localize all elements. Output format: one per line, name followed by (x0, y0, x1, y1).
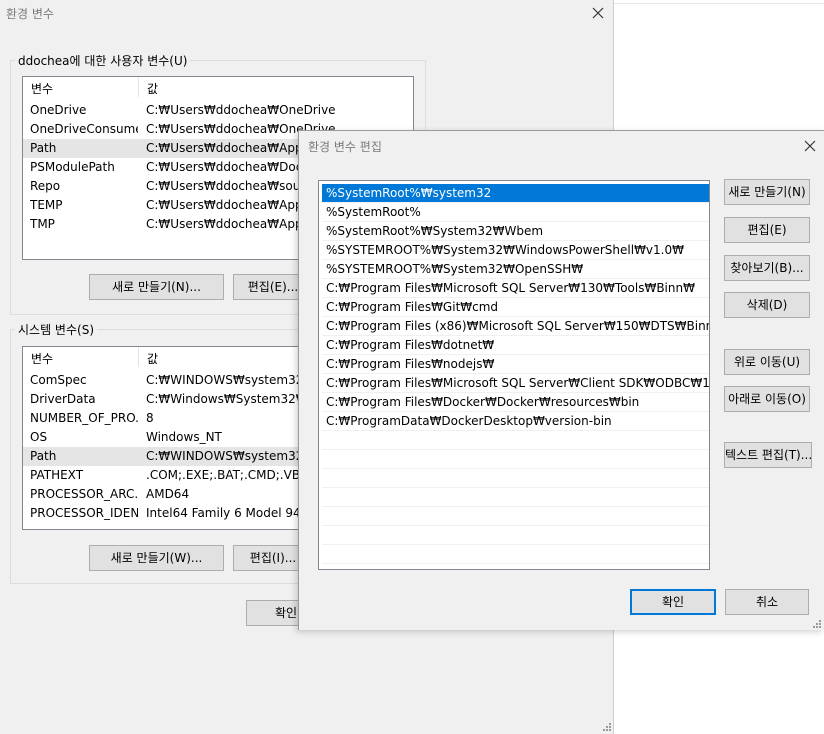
edit-button[interactable]: 편집(E) (724, 217, 810, 243)
variable-name-cell: ComSpec (30, 373, 87, 387)
empty-path-row[interactable] (322, 450, 709, 469)
path-item[interactable]: C:₩ProgramData₩DockerDesktop₩version-bin (322, 412, 709, 431)
path-item[interactable]: %SystemRoot% (322, 203, 709, 222)
empty-path-row[interactable] (322, 431, 709, 450)
edit-environment-variable-dialog: 환경 변수 편집 %SystemRoot%₩system32 %SystemRoo… (298, 130, 824, 630)
variable-name-cell: OS (30, 430, 48, 444)
ok-button[interactable]: 확인 (630, 589, 716, 615)
path-text: C:₩Program Files₩Microsoft SQL Server₩13… (326, 281, 695, 295)
path-item[interactable]: C:₩Program Files₩dotnet₩ (322, 336, 709, 355)
table-row[interactable]: OneDrive C:₩Users₩ddochea₩OneDrive (23, 101, 413, 120)
empty-path-row[interactable] (322, 526, 709, 545)
variable-name-cell: PROCESSOR_IDEN... (30, 506, 138, 520)
resize-grip-icon[interactable] (810, 617, 822, 629)
background-window-edge (614, 0, 824, 4)
variable-name-cell: TEMP (30, 198, 63, 212)
variable-name-cell: Repo (30, 179, 61, 193)
path-text: C:₩Program Files (x86)₩Microsoft SQL Ser… (326, 319, 710, 333)
cancel-button[interactable]: 취소 (725, 589, 809, 615)
path-text: %SYSTEMROOT%₩System32₩WindowsPowerShell₩… (326, 243, 684, 257)
variable-name-cell: PROCESSOR_ARC... (30, 487, 138, 501)
user-variables-label: ddochea에 대한 사용자 변수(U) (15, 52, 191, 69)
path-item[interactable]: %SystemRoot%₩system32 (322, 184, 709, 203)
user-new-button[interactable]: 새로 만들기(N)... (89, 274, 224, 300)
variable-name-cell: OneDriveConsumer (30, 122, 138, 136)
system-variables-label: 시스템 변수(S) (15, 321, 97, 338)
move-down-button[interactable]: 아래로 이동(O) (724, 386, 810, 412)
dialog-title: 환경 변수 편집 (308, 140, 382, 154)
path-item[interactable]: C:₩Program Files₩Git₩cmd (322, 298, 709, 317)
path-text: C:₩Program Files₩Docker₩Docker₩resources… (326, 395, 640, 409)
path-text: C:₩ProgramData₩DockerDesktop₩version-bin (326, 414, 612, 428)
path-item[interactable]: C:₩Program Files (x86)₩Microsoft SQL Ser… (322, 317, 709, 336)
path-list[interactable]: %SystemRoot%₩system32 %SystemRoot% %System… (318, 180, 710, 570)
path-text: C:₩Program Files₩nodejs₩ (326, 357, 495, 371)
close-icon[interactable] (587, 2, 609, 24)
delete-button[interactable]: 삭제(D) (724, 292, 810, 318)
path-item[interactable]: %SYSTEMROOT%₩System32₩OpenSSH₩ (322, 260, 709, 279)
path-item[interactable]: %SystemRoot%₩System32₩Wbem (322, 222, 709, 241)
variable-name-cell: PATHEXT (30, 468, 84, 482)
path-text: %SystemRoot% (326, 205, 421, 219)
variable-name-cell: DriverData (30, 392, 96, 406)
path-item[interactable]: C:₩Program Files₩Docker₩Docker₩resources… (322, 393, 709, 412)
column-header-variable[interactable]: 변수 (31, 350, 53, 367)
path-item[interactable]: C:₩Program Files₩nodejs₩ (322, 355, 709, 374)
resize-grip-icon[interactable] (600, 720, 612, 732)
variable-name-cell: OneDrive (30, 103, 87, 117)
column-header-variable[interactable]: 변수 (31, 80, 53, 97)
path-item[interactable]: C:₩Program Files₩Microsoft SQL Server₩Cl… (322, 374, 709, 393)
path-item[interactable]: %SYSTEMROOT%₩System32₩WindowsPowerShell₩… (322, 241, 709, 260)
list-header: 변수 값 (23, 77, 413, 100)
empty-path-row[interactable] (322, 545, 709, 564)
column-separator (138, 77, 139, 97)
path-text: %SystemRoot%₩system32 (326, 186, 492, 200)
path-text: %SystemRoot%₩System32₩Wbem (326, 224, 544, 238)
window-title: 환경 변수 (6, 7, 54, 21)
variable-name-cell: PSModulePath (30, 160, 115, 174)
column-separator (138, 347, 139, 367)
variable-name-cell: TMP (30, 217, 55, 231)
empty-path-row[interactable] (322, 469, 709, 488)
path-text: %SYSTEMROOT%₩System32₩OpenSSH₩ (326, 262, 584, 276)
path-item[interactable]: C:₩Program Files₩Microsoft SQL Server₩13… (322, 279, 709, 298)
edit-text-button[interactable]: 텍스트 편집(T)... (724, 442, 812, 468)
column-header-value[interactable]: 값 (147, 350, 158, 367)
path-text: C:₩Program Files₩Git₩cmd (326, 300, 499, 314)
new-button[interactable]: 새로 만들기(N) (724, 179, 810, 205)
variable-name-cell: NUMBER_OF_PRO... (30, 411, 138, 425)
variable-name-cell: Path (30, 449, 57, 463)
empty-path-row[interactable] (322, 507, 709, 526)
variable-value-cell: C:₩Users₩ddochea₩OneDrive (146, 103, 336, 117)
browse-button[interactable]: 찾아보기(B)... (724, 255, 810, 281)
variable-name-cell: Path (30, 141, 57, 155)
system-new-button[interactable]: 새로 만들기(W)... (89, 545, 224, 571)
close-icon[interactable] (799, 135, 821, 157)
move-up-button[interactable]: 위로 이동(U) (724, 349, 810, 375)
path-text: C:₩Program Files₩Microsoft SQL Server₩Cl… (326, 376, 710, 390)
empty-path-row[interactable] (322, 488, 709, 507)
path-text: C:₩Program Files₩dotnet₩ (326, 338, 495, 352)
column-header-value[interactable]: 값 (147, 80, 158, 97)
